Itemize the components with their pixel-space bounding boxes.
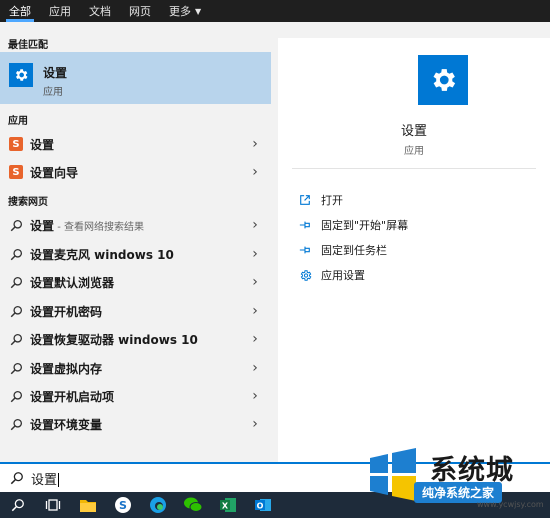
list-item[interactable]: 设置开机启动项 › (0, 382, 271, 410)
chevron-right-icon[interactable]: › (245, 416, 265, 432)
search-input-value: 设置 (31, 472, 58, 488)
web-result-suffix: - 查看网络搜索结果 (54, 221, 144, 233)
chevron-right-icon[interactable]: › (245, 164, 265, 180)
list-item-label: 设置 - 查看网络搜索结果 (30, 217, 245, 234)
list-item-label: 设置 (30, 137, 55, 152)
list-item-label: 设置开机启动项 (30, 389, 115, 404)
list-item-label: 设置恢复驱动器 windows 10 (30, 332, 198, 347)
action-label: 应用设置 (321, 269, 365, 282)
list-item-label: 设置默认浏览器 (30, 275, 115, 290)
action-label: 打开 (321, 194, 343, 207)
pin-to-start-action[interactable]: 固定到"开始"屏幕 (298, 215, 408, 235)
list-item-label: 设置虚拟内存 (30, 361, 103, 376)
outlook-icon[interactable]: O (249, 492, 277, 518)
chevron-right-icon[interactable]: › (245, 136, 265, 152)
action-label: 固定到"开始"屏幕 (321, 219, 409, 232)
search-input[interactable]: 设置 (31, 469, 60, 488)
svg-text:S: S (119, 499, 127, 512)
tab-more[interactable]: 更多 ▼ (160, 0, 210, 22)
preview-pane: 设置 应用 打开 固定到"开始"屏幕 固定到任务栏 应用设置 (278, 38, 550, 462)
gear-icon (9, 63, 33, 87)
preview-title: 设置 (400, 124, 427, 139)
best-match-title: 设置 (43, 66, 68, 80)
app-settings-action[interactable]: 应用设置 (298, 265, 365, 285)
list-item[interactable]: 设置麦克风 windows 10 › (0, 240, 271, 268)
search-icon (8, 388, 24, 404)
taskbar: S X O (0, 492, 550, 518)
chevron-right-icon[interactable]: › (245, 303, 265, 319)
gear-icon (298, 268, 312, 282)
list-item[interactable]: S 设置 › (0, 130, 271, 158)
list-item[interactable]: 设置默认浏览器 › (0, 268, 271, 296)
list-item[interactable]: 设置 - 查看网络搜索结果 › (0, 211, 271, 239)
chevron-right-icon[interactable]: › (245, 217, 265, 233)
search-box[interactable]: 设置 (0, 462, 550, 492)
search-icon (9, 470, 25, 486)
tab-web[interactable]: 网页 (120, 0, 160, 22)
search-icon (8, 274, 24, 290)
pin-to-taskbar-action[interactable]: 固定到任务栏 (298, 240, 387, 260)
edge-icon[interactable] (144, 492, 172, 518)
app-icon: S (8, 164, 24, 180)
chevron-down-icon: ▼ (195, 6, 202, 16)
divider (292, 168, 536, 169)
list-item[interactable]: 设置开机密码 › (0, 297, 271, 325)
task-view-icon[interactable] (39, 492, 67, 518)
best-match-header: 最佳匹配 (8, 40, 48, 51)
results-pane: 最佳匹配 设置 应用 应用 S 设置 › S 设置向导 › 搜索网页 设置 - … (0, 22, 275, 462)
chevron-right-icon[interactable]: › (245, 388, 265, 404)
list-item[interactable]: 设置虚拟内存 › (0, 354, 271, 382)
list-item-label: 设置环境变量 (30, 417, 103, 432)
tab-documents[interactable]: 文档 (80, 0, 120, 22)
filter-tabs: 全部 应用 文档 网页 更多 ▼ (0, 0, 550, 22)
tab-label: 全部 (9, 5, 31, 18)
list-item-label: 设置向导 (30, 165, 79, 180)
search-icon (8, 303, 24, 319)
search-icon[interactable] (4, 492, 32, 518)
search-icon (8, 360, 24, 376)
apps-header: 应用 (8, 116, 28, 127)
pin-icon (298, 243, 312, 257)
web-result-text: 设置 (30, 218, 55, 233)
svg-text:X: X (222, 502, 229, 511)
excel-icon[interactable]: X (214, 492, 242, 518)
search-icon (8, 331, 24, 347)
web-header: 搜索网页 (8, 197, 48, 208)
chevron-right-icon[interactable]: › (245, 331, 265, 347)
search-icon (8, 246, 24, 262)
tab-label: 应用 (49, 5, 71, 18)
chevron-right-icon[interactable]: › (245, 246, 265, 262)
action-label: 固定到任务栏 (321, 244, 387, 257)
search-icon (8, 416, 24, 432)
tab-label: 更多 (169, 5, 191, 18)
best-match-subtitle: 应用 (43, 87, 63, 98)
open-icon (298, 193, 312, 207)
app-icon: S (8, 136, 24, 152)
tab-label: 网页 (129, 5, 151, 18)
wechat-icon[interactable] (179, 492, 207, 518)
best-match-item[interactable]: 设置 应用 (0, 52, 271, 104)
tab-label: 文档 (89, 5, 111, 18)
file-explorer-icon[interactable] (74, 492, 102, 518)
sogou-icon[interactable]: S (109, 492, 137, 518)
chevron-right-icon[interactable]: › (245, 360, 265, 376)
list-item[interactable]: S 设置向导 › (0, 158, 271, 186)
pin-icon (298, 218, 312, 232)
text-cursor (58, 473, 60, 487)
gear-icon (418, 55, 468, 105)
list-item[interactable]: 设置恢复驱动器 windows 10 › (0, 325, 271, 353)
search-icon (8, 217, 24, 233)
tab-all[interactable]: 全部 (0, 0, 40, 22)
chevron-right-icon[interactable]: › (245, 274, 265, 290)
list-item[interactable]: 设置环境变量 › (0, 410, 271, 438)
preview-subtitle: 应用 (404, 146, 424, 157)
open-action[interactable]: 打开 (298, 190, 343, 210)
svg-text:O: O (257, 502, 264, 511)
tab-apps[interactable]: 应用 (40, 0, 80, 22)
list-item-label: 设置麦克风 windows 10 (30, 247, 174, 262)
list-item-label: 设置开机密码 (30, 304, 103, 319)
